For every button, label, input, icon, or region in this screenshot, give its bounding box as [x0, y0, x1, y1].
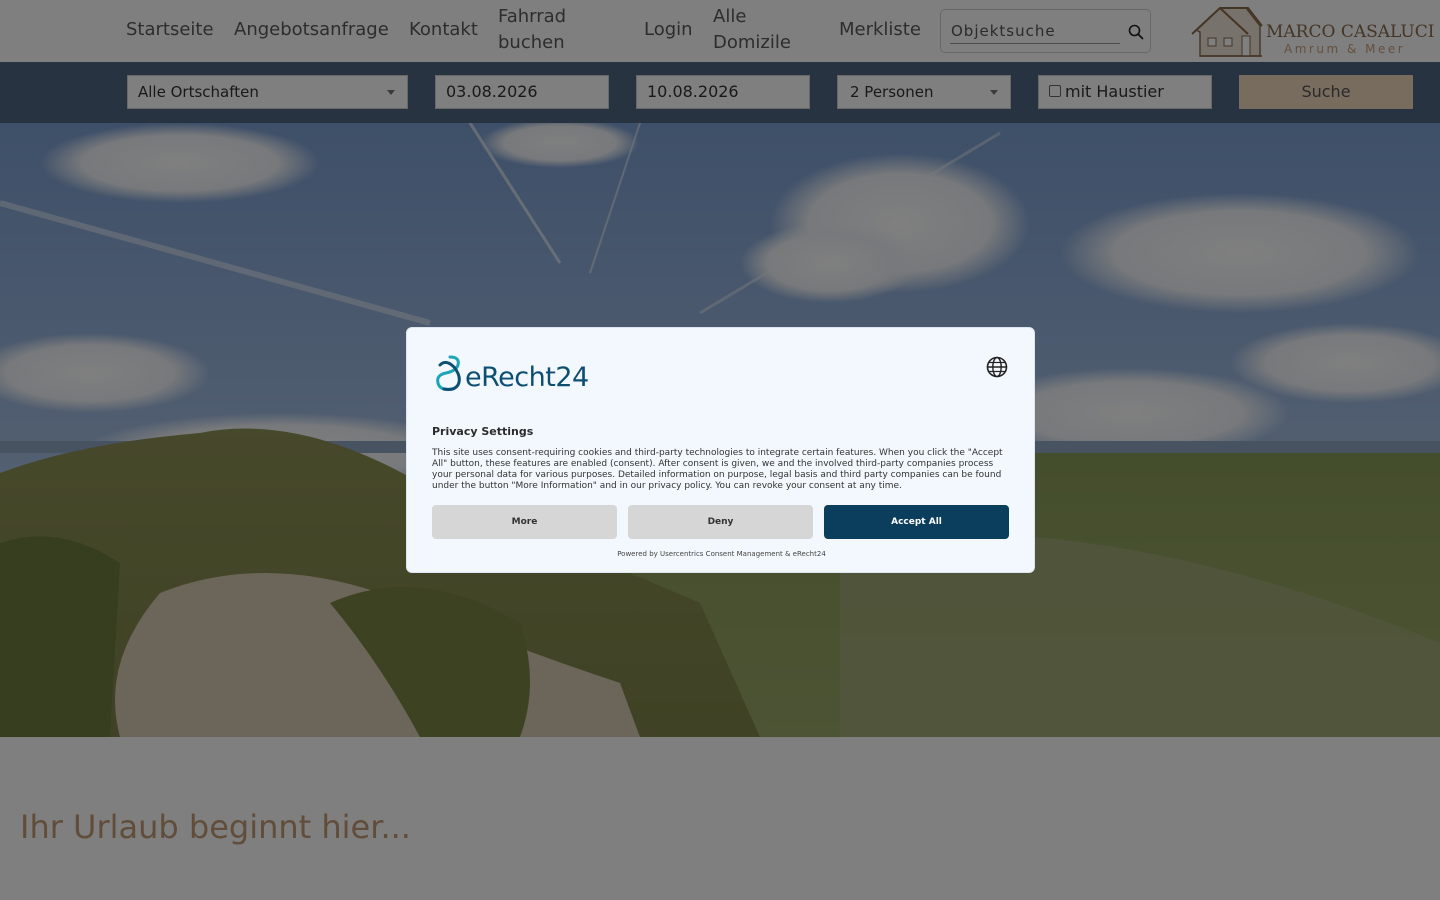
- erecht24-logo: eRecht24: [432, 353, 597, 395]
- more-button[interactable]: More: [432, 505, 617, 539]
- dialog-description: This site uses consent-requiring cookies…: [432, 448, 1003, 491]
- dialog-title: Privacy Settings: [432, 425, 534, 438]
- powered-by-text: Powered by Usercentrics Consent Manageme…: [617, 550, 826, 558]
- globe-icon[interactable]: [986, 356, 1008, 378]
- erecht24-logo-text: eRecht24: [465, 362, 589, 393]
- erecht24-logo-icon: [436, 355, 461, 391]
- accept-all-button[interactable]: Accept All: [824, 505, 1009, 539]
- deny-button[interactable]: Deny: [628, 505, 813, 539]
- privacy-consent-dialog: eRecht24 Privacy Settings This site uses…: [406, 327, 1035, 573]
